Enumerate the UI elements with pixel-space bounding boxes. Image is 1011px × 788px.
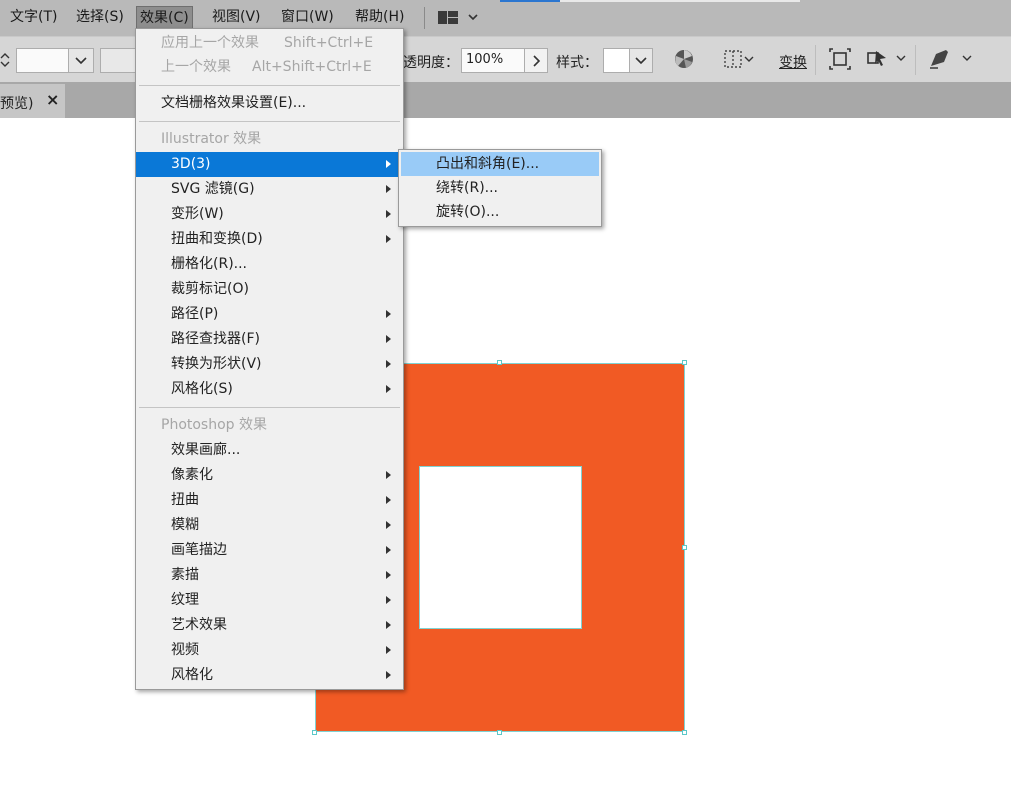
inner-white-square[interactable] <box>419 466 582 629</box>
menu-item-convert-to-shape[interactable]: 转换为形状(V) <box>136 352 403 377</box>
menu-item-warp[interactable]: 变形(W) <box>136 202 403 227</box>
menu-item-texture[interactable]: 纹理 <box>136 588 403 613</box>
menu-help[interactable]: 帮助(H) <box>352 6 407 29</box>
submenu-item-extrude-bevel[interactable]: 凸出和斜角(E)... <box>401 152 599 176</box>
stroke-weight-field[interactable] <box>16 48 70 73</box>
close-icon[interactable]: × <box>46 90 59 109</box>
submenu-arrow-icon <box>386 235 391 243</box>
recolor-artwork-icon[interactable] <box>673 48 695 70</box>
menu-separator <box>139 121 400 122</box>
divider <box>815 45 816 75</box>
submenu-arrow-icon <box>386 646 391 654</box>
title-strip-accent <box>500 0 560 2</box>
graphic-style-dropdown[interactable] <box>629 48 653 73</box>
chevron-right-icon <box>533 55 541 67</box>
submenu-arrow-icon <box>386 596 391 604</box>
submenu-arrow-icon <box>386 310 391 318</box>
menu-item-3d[interactable]: 3D(3) <box>136 152 403 177</box>
selection-handle[interactable] <box>682 545 687 550</box>
stroke-weight-dropdown[interactable] <box>68 48 94 73</box>
submenu-arrow-icon <box>386 621 391 629</box>
menu-item-last-effect: 上一个效果 Alt+Shift+Ctrl+E <box>161 59 372 75</box>
effect-menu: 应用上一个效果 Shift+Ctrl+E 上一个效果 Alt+Shift+Ctr… <box>135 28 404 690</box>
submenu-arrow-icon <box>386 160 391 168</box>
menu-window[interactable]: 窗口(W) <box>278 6 337 29</box>
menu-item-pixelate[interactable]: 像素化 <box>136 463 403 488</box>
menu-view[interactable]: 视图(V) <box>209 6 264 29</box>
menu-item-stylize-illustrator[interactable]: 风格化(S) <box>136 377 403 402</box>
align-grid-icon[interactable] <box>723 48 755 70</box>
profile-field[interactable] <box>100 48 136 73</box>
menu-header-illustrator-effects: Illustrator 效果 <box>161 131 262 147</box>
submenu-arrow-icon <box>386 496 391 504</box>
submenu-arrow-icon <box>386 671 391 679</box>
selection-handle[interactable] <box>682 730 687 735</box>
menu-separator <box>139 407 400 408</box>
selection-handle[interactable] <box>497 360 502 365</box>
submenu-arrow-icon <box>386 335 391 343</box>
divider <box>915 45 916 75</box>
opacity-arrow-button[interactable] <box>524 48 548 73</box>
menu-item-video[interactable]: 视频 <box>136 638 403 663</box>
menu-item-crop-marks[interactable]: 裁剪标记(O) <box>136 277 403 302</box>
menu-item-stylize-photoshop[interactable]: 风格化 <box>136 663 403 688</box>
submenu-arrow-icon <box>386 360 391 368</box>
submenu-arrow-icon <box>386 185 391 193</box>
menu-item-artistic[interactable]: 艺术效果 <box>136 613 403 638</box>
selection-handle[interactable] <box>312 730 317 735</box>
menu-separator <box>424 7 425 29</box>
menu-text[interactable]: 文字(T) <box>7 6 60 29</box>
graphic-style-swatch[interactable] <box>603 48 631 73</box>
opacity-value: 100% <box>466 52 504 67</box>
transform-link[interactable]: 变换 <box>779 52 807 72</box>
menu-item-distort-transform[interactable]: 扭曲和变换(D) <box>136 227 403 252</box>
layout-grid-icon <box>438 11 478 24</box>
document-tab-title: 预览) <box>0 96 34 112</box>
menu-item-brush-strokes[interactable]: 画笔描边 <box>136 538 403 563</box>
submenu-arrow-icon <box>386 471 391 479</box>
menu-item-raster-effects-settings[interactable]: 文档栅格效果设置(E)... <box>136 91 403 116</box>
workspace-switcher[interactable] <box>438 11 482 29</box>
selection-handle[interactable] <box>497 730 502 735</box>
menu-item-svg-filters[interactable]: SVG 滤镜(G) <box>136 177 403 202</box>
style-label: 样式： <box>556 55 598 71</box>
select-similar-icon[interactable] <box>866 48 910 70</box>
submenu-arrow-icon <box>386 546 391 554</box>
stepper-icon[interactable] <box>0 52 10 68</box>
menu-item-rasterize[interactable]: 栅格化(R)... <box>136 252 403 277</box>
menu-separator <box>139 85 400 86</box>
isolate-object-icon[interactable] <box>829 48 851 70</box>
selection-handle[interactable] <box>682 360 687 365</box>
submenu-arrow-icon <box>386 521 391 529</box>
menu-item-sketch[interactable]: 素描 <box>136 563 403 588</box>
chevron-down-icon <box>635 57 647 65</box>
menu-header-photoshop-effects: Photoshop 效果 <box>161 417 268 433</box>
submenu-arrow-icon <box>386 385 391 393</box>
menu-item-path[interactable]: 路径(P) <box>136 302 403 327</box>
opacity-label[interactable]: 透明度： <box>403 52 459 72</box>
submenu-item-revolve[interactable]: 绕转(R)... <box>401 176 599 200</box>
submenu-arrow-icon <box>386 571 391 579</box>
submenu-arrow-icon <box>386 210 391 218</box>
menu-item-distort[interactable]: 扭曲 <box>136 488 403 513</box>
submenu-item-rotate[interactable]: 旋转(O)... <box>401 200 599 224</box>
menu-item-apply-last-effect: 应用上一个效果 Shift+Ctrl+E <box>161 35 374 51</box>
menu-select[interactable]: 选择(S) <box>73 6 127 29</box>
opacity-input[interactable]: 100% <box>461 48 525 73</box>
pen-options-icon[interactable] <box>928 48 976 70</box>
menu-item-blur[interactable]: 模糊 <box>136 513 403 538</box>
chevron-down-icon <box>75 57 87 65</box>
menu-item-pathfinder[interactable]: 路径查找器(F) <box>136 327 403 352</box>
document-tab[interactable]: 预览) × <box>0 84 65 118</box>
3d-submenu: 凸出和斜角(E)... 绕转(R)... 旋转(O)... <box>398 149 602 227</box>
menu-item-effect-gallery[interactable]: 效果画廊... <box>136 438 403 463</box>
